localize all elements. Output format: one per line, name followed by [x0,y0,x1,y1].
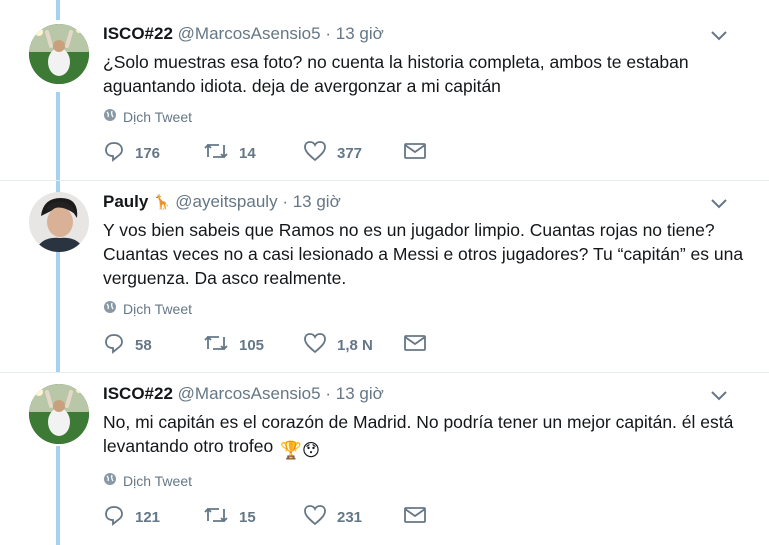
retweet-button[interactable]: 105 [203,332,303,358]
reply-button[interactable]: 121 [103,504,203,530]
avatar[interactable] [29,192,89,252]
divider [0,372,769,373]
dm-icon [403,505,437,529]
reply-icon [103,504,135,530]
retweet-icon [203,140,239,166]
translate-link[interactable]: Dịch Tweet [103,108,749,125]
reply-icon [103,332,135,358]
translate-label: Dịch Tweet [123,472,192,489]
tweet-actions: 58 105 1,8 N [103,333,749,357]
tweet-actions: 121 15 231 [103,505,749,529]
like-count: 1,8 N [337,336,373,354]
separator-dot: · [282,192,288,211]
reply-button[interactable]: 176 [103,140,203,166]
like-button[interactable]: 1,8 N [303,332,403,358]
like-button[interactable]: 377 [303,140,403,166]
like-icon [303,140,337,166]
caret-down-icon[interactable] [711,28,727,46]
dm-button[interactable] [403,141,437,165]
caret-down-icon[interactable] [711,388,727,406]
retweet-icon [203,504,239,530]
divider [0,180,769,181]
dm-icon [403,141,437,165]
user-handle[interactable]: @ayeitspauly [175,192,277,211]
timestamp[interactable]: 13 giờ [293,192,341,211]
display-name[interactable]: Pauly [103,192,148,211]
like-button[interactable]: 231 [303,504,403,530]
like-count: 377 [337,144,363,162]
tweet-1[interactable]: ISCO#22 @MarcosAsensio5 · 13 giờ ¿Solo m… [0,24,769,174]
tweet-3[interactable]: ISCO#22 @MarcosAsensio5 · 13 giờ No, mi … [0,384,769,534]
tweet-text: No, mi capitán es el corazón de Madrid. … [103,410,749,462]
like-icon [303,332,337,358]
separator-dot: · [325,384,332,403]
translate-label: Dịch Tweet [123,300,192,317]
display-name[interactable]: ISCO#22 [103,384,173,403]
tweet-text: ¿Solo muestras esa foto? no cuenta la hi… [103,52,689,96]
tweet-text: Y vos bien sabeis que Ramos no es un jug… [103,220,744,288]
like-icon [303,504,337,530]
translate-link[interactable]: Dịch Tweet [103,300,749,317]
timestamp[interactable]: 13 giờ [336,24,384,43]
reply-icon [103,140,135,166]
caret-down-icon[interactable] [711,196,727,214]
user-handle[interactable]: @MarcosAsensio5 [178,24,321,43]
thread-line-top [56,0,60,20]
timestamp[interactable]: 13 giờ [336,384,384,403]
trophy-surprised-emoji: 🏆😯 [280,440,321,460]
globe-icon [103,300,117,317]
dm-button[interactable] [403,333,437,357]
retweet-button[interactable]: 15 [203,504,303,530]
tweet-actions: 176 14 377 [103,141,749,165]
reply-button[interactable]: 58 [103,332,203,358]
like-count: 231 [337,508,363,526]
tweet-2[interactable]: Pauly 🦒 @ayeitspauly · 13 giờ Y vos bien… [0,192,769,370]
tweet-text-body: No, mi capitán es el corazón de Madrid. … [103,412,734,456]
translate-link[interactable]: Dịch Tweet [103,472,749,489]
globe-icon [103,108,117,125]
retweet-icon [203,332,239,358]
retweet-count: 105 [239,336,265,354]
avatar[interactable] [29,24,89,84]
retweet-button[interactable]: 14 [203,140,303,166]
avatar[interactable] [29,384,89,444]
reply-count: 58 [135,336,152,354]
user-handle[interactable]: @MarcosAsensio5 [178,384,321,403]
translate-label: Dịch Tweet [123,108,192,125]
dm-icon [403,333,437,357]
reply-count: 176 [135,144,161,162]
reply-count: 121 [135,508,161,526]
dm-button[interactable] [403,505,437,529]
display-name[interactable]: ISCO#22 [103,24,173,43]
globe-icon [103,472,117,489]
retweet-count: 15 [239,508,256,526]
separator-dot: · [325,24,332,43]
name-badge-emoji: 🦒 [153,194,171,210]
retweet-count: 14 [239,144,256,162]
